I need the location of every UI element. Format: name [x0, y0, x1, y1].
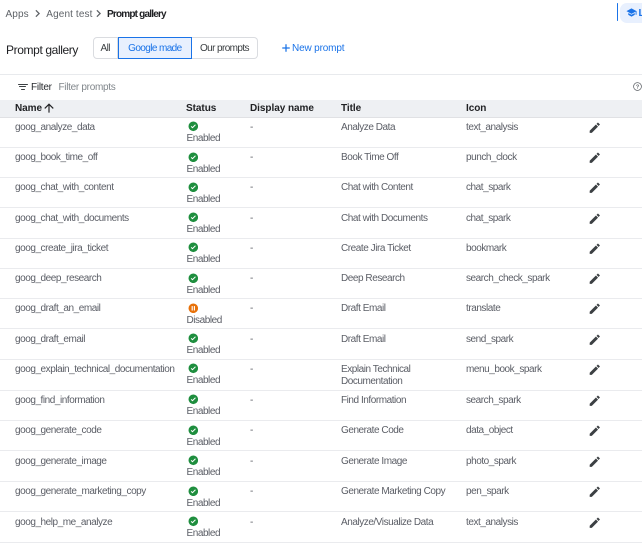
svg-text:?: ? [635, 84, 638, 90]
